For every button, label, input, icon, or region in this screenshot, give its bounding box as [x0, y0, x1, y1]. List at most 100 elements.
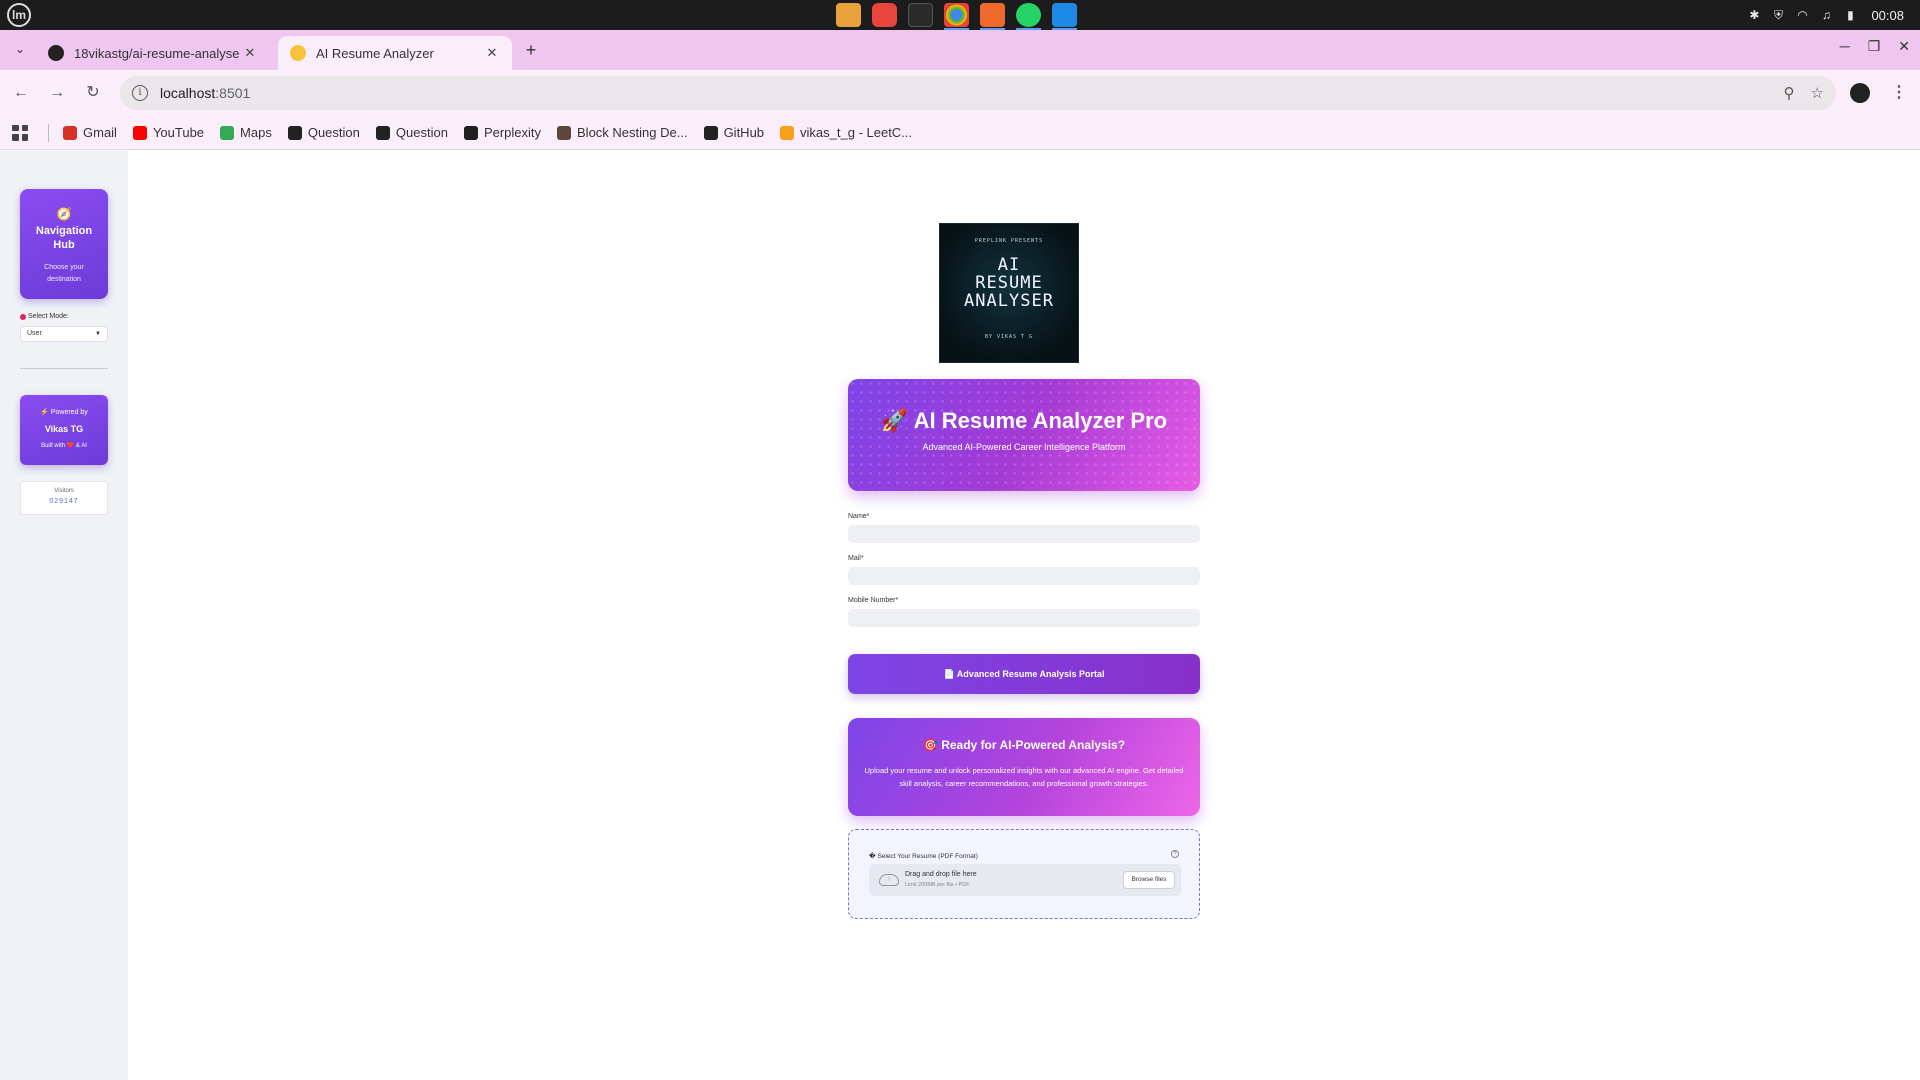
- logo-line-2: RESUME: [975, 273, 1043, 293]
- more-menu-icon[interactable]: ⋮: [1890, 82, 1908, 104]
- mint-menu-icon[interactable]: lm: [7, 3, 31, 27]
- url-host: localhost: [160, 85, 216, 101]
- back-arrow-icon[interactable]: ←: [10, 82, 32, 104]
- select-mode-text: Select Mode:: [28, 313, 69, 320]
- browse-files-button[interactable]: Browse files: [1123, 871, 1175, 889]
- ready-title: 🎯 Ready for AI-Powered Analysis?: [922, 738, 1126, 752]
- shield-icon[interactable]: ⛨: [1771, 8, 1785, 22]
- streamlit-page: 🧭 Navigation Hub Choose your destination…: [0, 151, 1920, 1080]
- bookmarks-separator: [48, 123, 49, 142]
- close-window-icon[interactable]: ✕: [1898, 38, 1910, 55]
- wifi-icon[interactable]: ◠: [1795, 8, 1809, 22]
- ready-analysis-card: 🎯 Ready for AI-Powered Analysis? Upload …: [848, 718, 1200, 816]
- tab-ai-resume-analyzer[interactable]: AI Resume Analyzer ✕: [278, 36, 512, 70]
- bookmark-label: Gmail: [83, 125, 117, 140]
- bookmark-item[interactable]: vikas_t_g - LeetC...: [780, 125, 912, 140]
- bookmark-item[interactable]: YouTube: [132, 125, 205, 140]
- dropzone-title: Drag and drop file here: [905, 871, 977, 878]
- bookmark-item[interactable]: GitHub: [703, 125, 765, 140]
- bookmark-label: Perplexity: [483, 125, 542, 140]
- visitors-count: 029147: [49, 498, 79, 505]
- help-icon[interactable]: ?: [1171, 850, 1179, 858]
- bookmark-item[interactable]: Gmail: [63, 125, 117, 140]
- zoom-icon[interactable]: ⚲: [1784, 84, 1795, 102]
- app-logo: PREPLINK PRESENTS AI RESUME ANALYSER BY …: [939, 223, 1079, 363]
- bookmark-item[interactable]: Question: [375, 125, 448, 140]
- reload-icon[interactable]: ↻: [82, 82, 104, 104]
- bookmark-label: Question: [307, 125, 360, 140]
- mail-input[interactable]: [848, 567, 1200, 585]
- bluetooth-icon[interactable]: ✱: [1747, 8, 1761, 22]
- bookmark-label: Block Nesting De...: [577, 125, 688, 140]
- analysis-portal-button[interactable]: 📄 Advanced Resume Analysis Portal: [848, 654, 1200, 694]
- built-with-line: Built with ❤️ & AI: [41, 443, 87, 449]
- apps-grid-icon[interactable]: [12, 124, 28, 141]
- hero-banner: 🚀 AI Resume Analyzer Pro Advanced AI-Pow…: [848, 379, 1200, 491]
- name-input[interactable]: [848, 525, 1200, 543]
- bookmark-item[interactable]: Perplexity: [463, 125, 542, 140]
- music-icon[interactable]: ♫: [1819, 8, 1833, 22]
- mode-select-value: User: [27, 330, 42, 337]
- chevron-down-icon: ▼: [95, 331, 101, 337]
- brave-icon[interactable]: [980, 3, 1005, 30]
- hub-title: Navigation Hub: [35, 225, 93, 251]
- terminal-icon[interactable]: [908, 3, 933, 27]
- bookmark-star-icon[interactable]: ☆: [1811, 84, 1824, 102]
- site-info-icon[interactable]: i: [132, 85, 148, 101]
- bookmark-item[interactable]: Maps: [220, 125, 272, 140]
- bookmark-label: YouTube: [152, 125, 205, 140]
- leetcode-icon: [780, 125, 795, 140]
- bookmark-item[interactable]: Block Nesting De...: [557, 125, 688, 140]
- codechef-icon: [557, 125, 572, 140]
- streamlit-favicon-icon: [290, 45, 306, 61]
- browser-toolbar: ← → ↻ i localhost :8501 ⚲ ☆ ⋮: [0, 70, 1920, 116]
- tab-search-chevron-icon[interactable]: ⌄: [9, 38, 31, 60]
- hero-subtitle: Advanced AI-Powered Career Intelligence …: [922, 442, 1126, 452]
- globe-icon: [375, 125, 390, 140]
- whatsapp-icon[interactable]: [1016, 3, 1041, 30]
- perplexity-icon: [463, 125, 478, 140]
- file-dropzone[interactable]: ↑ Drag and drop file here Limit 200MB pe…: [869, 864, 1181, 896]
- minimize-icon[interactable]: ─: [1840, 38, 1850, 55]
- bookmark-label: GitHub: [723, 125, 765, 140]
- tab-github[interactable]: 18vikastg/ai-resume-analyse ✕: [36, 36, 270, 70]
- resume-upload-box: � Select Your Resume (PDF Format) ? ↑ Dr…: [848, 829, 1200, 919]
- tab-title: AI Resume Analyzer: [316, 45, 434, 61]
- dropzone-limit: Limit 200MB per file • PDF: [905, 882, 970, 888]
- github-icon: [703, 125, 718, 140]
- close-tab-icon[interactable]: ✕: [484, 45, 500, 61]
- mail-label: Mail*: [848, 555, 864, 562]
- globe-icon: [287, 125, 302, 140]
- forward-arrow-icon[interactable]: →: [46, 82, 68, 104]
- cloud-upload-icon: ↑: [879, 874, 899, 886]
- upload-label: � Select Your Resume (PDF Format): [869, 853, 978, 860]
- navigation-hub-card: 🧭 Navigation Hub Choose your destination: [20, 189, 108, 299]
- logo-author: BY VIKAS T G: [984, 334, 1034, 340]
- mode-select[interactable]: User ▼: [20, 326, 108, 342]
- chrome-icon[interactable]: [944, 3, 969, 30]
- maps-icon: [220, 125, 235, 140]
- bookmark-label: Maps: [240, 125, 272, 140]
- files-app-icon[interactable]: [836, 3, 861, 27]
- profile-avatar[interactable]: [1850, 83, 1870, 103]
- restore-icon[interactable]: ❐: [1868, 38, 1881, 55]
- mobile-label: Mobile Number*: [848, 597, 899, 604]
- system-tray: ✱ ⛨ ◠ ♫ ▮ 00:08: [1747, 0, 1904, 30]
- bookmark-label: Question: [395, 125, 448, 140]
- os-top-panel: lm ✱ ⛨ ◠ ♫ ▮ 00:08: [0, 0, 1920, 30]
- vscode-icon[interactable]: [1052, 3, 1077, 30]
- bookmark-item[interactable]: Question: [287, 125, 360, 140]
- visitors-label: Visitors: [54, 488, 74, 494]
- address-bar[interactable]: i localhost :8501 ⚲ ☆: [120, 76, 1836, 110]
- bookmarks-bar: Gmail YouTube Maps Question Question Perplexi…: [0, 116, 1920, 150]
- close-tab-icon[interactable]: ✕: [242, 45, 258, 61]
- clock[interactable]: 00:08: [1871, 8, 1904, 23]
- new-tab-plus-icon[interactable]: +: [520, 39, 542, 61]
- gmail-icon: [63, 125, 77, 140]
- bookmark-list: Gmail YouTube Maps Question Question Perplexi…: [63, 125, 928, 140]
- sidebar-divider: [20, 368, 108, 369]
- battery-icon[interactable]: ▮: [1843, 8, 1857, 22]
- logo-line-1: AI: [997, 255, 1021, 275]
- mobile-input[interactable]: [848, 609, 1200, 627]
- app-launcher-icon[interactable]: [872, 3, 897, 27]
